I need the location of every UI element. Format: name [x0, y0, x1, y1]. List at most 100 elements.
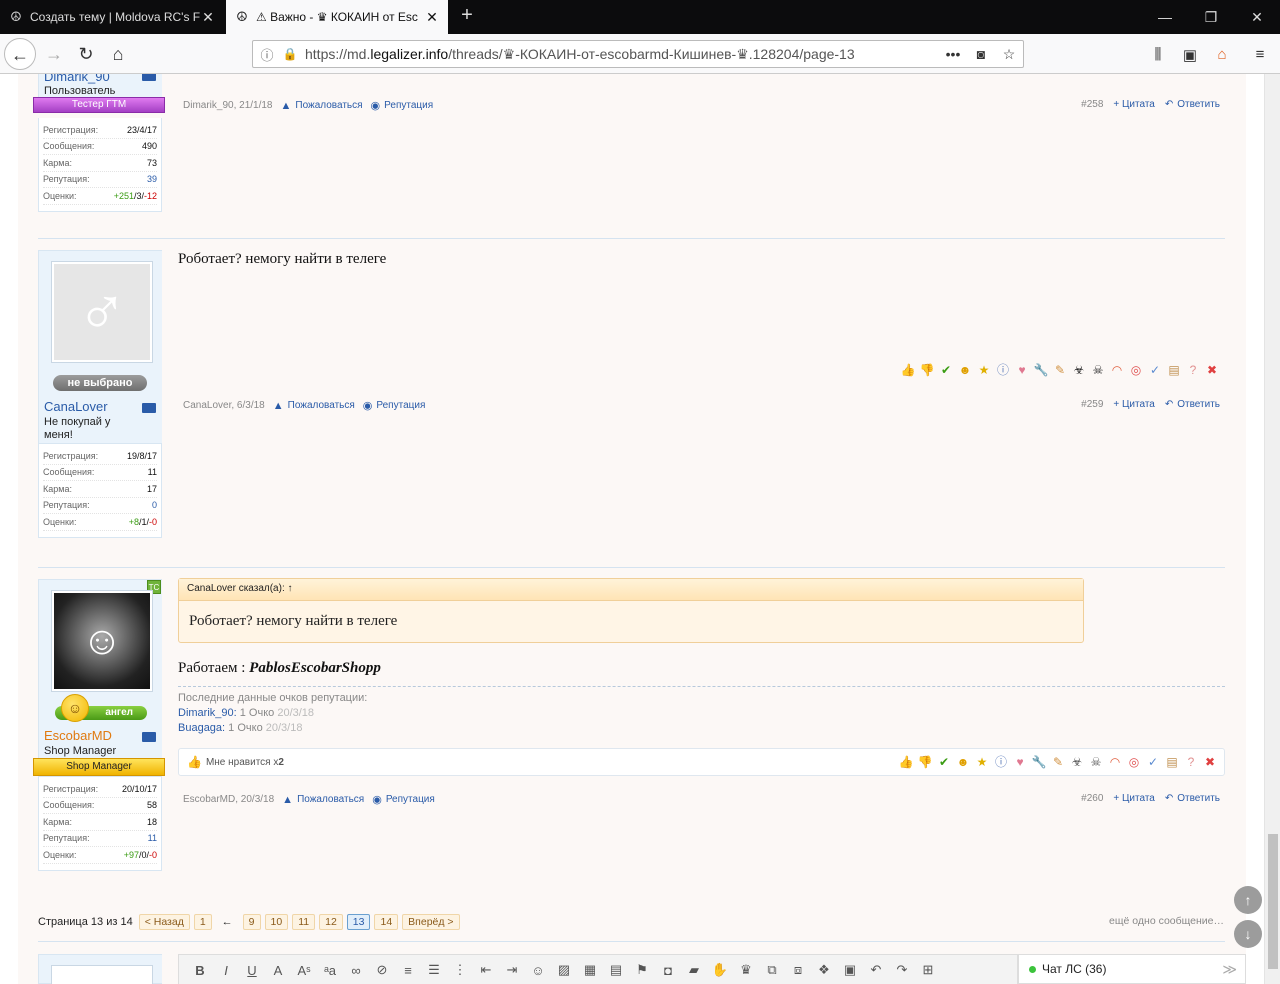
- reputation-link[interactable]: Репутация: [384, 100, 433, 111]
- back-button[interactable]: ←: [4, 38, 36, 70]
- outdent-icon[interactable]: ⇤: [477, 962, 495, 978]
- sidebar-icon[interactable]: ▣: [1180, 46, 1200, 64]
- post-author-date[interactable]: Dimarik_90, 21/1/18: [183, 100, 273, 111]
- chat-label[interactable]: Чат ЛС (36): [1042, 962, 1106, 976]
- quote-link[interactable]: + Цитата: [1113, 99, 1154, 110]
- toxic-icon[interactable]: ☣: [1071, 362, 1087, 378]
- post-author-date[interactable]: CanaLover, 6/3/18: [183, 400, 265, 411]
- smilies-icon[interactable]: ☺: [529, 963, 547, 978]
- winner-icon[interactable]: ★: [976, 362, 992, 378]
- bullet-list-icon[interactable]: ☰: [425, 962, 443, 978]
- thumb-icon[interactable]: ✋: [711, 962, 729, 978]
- page-link[interactable]: 14: [374, 914, 399, 930]
- tab-thread[interactable]: ☮ ⚠ Важно - ♛ КОКАИН от Esc ✕: [226, 0, 448, 34]
- library-icon[interactable]: ⫼: [1148, 46, 1168, 63]
- post-number[interactable]: #260: [1081, 793, 1103, 804]
- minimize-icon[interactable]: —: [1142, 0, 1188, 34]
- bookmark-star-icon[interactable]: ☆: [995, 46, 1023, 63]
- likes-text[interactable]: Мне нравится x: [206, 757, 278, 768]
- font-family-icon[interactable]: ᵃa: [321, 963, 339, 978]
- numbered-list-icon[interactable]: ⋮: [451, 962, 469, 978]
- box-icon[interactable]: ▤: [1166, 362, 1182, 378]
- menu-icon[interactable]: ≡: [1250, 46, 1270, 63]
- username[interactable]: CanaLover: [44, 399, 108, 414]
- spelling-icon[interactable]: ✓: [1145, 754, 1161, 770]
- likes-count[interactable]: 2: [278, 757, 284, 768]
- italic-icon[interactable]: I: [217, 963, 235, 978]
- rainbow-icon[interactable]: ◠: [1107, 754, 1123, 770]
- close-icon[interactable]: ✕: [200, 9, 216, 26]
- username[interactable]: Dimarik_90: [44, 74, 110, 84]
- redo-icon[interactable]: ↷: [893, 962, 911, 978]
- close-icon[interactable]: ✕: [424, 9, 440, 26]
- report-link[interactable]: Пожаловаться: [288, 400, 355, 411]
- love-icon[interactable]: ♥: [1012, 754, 1028, 770]
- url-text[interactable]: https://md.legalizer.info/threads/♛-КОКА…: [299, 46, 939, 63]
- rep-user[interactable]: Buagaga:: [178, 722, 225, 734]
- info-icon[interactable]: ⓘ: [253, 45, 281, 64]
- url-bar[interactable]: ⓘ 🔒 https://md.legalizer.info/threads/♛-…: [252, 40, 1024, 68]
- report-link[interactable]: Пожаловаться: [297, 794, 364, 805]
- unclear-icon[interactable]: ?: [1183, 754, 1199, 770]
- report-link[interactable]: Пожаловаться: [295, 100, 362, 111]
- creative-icon[interactable]: ✎: [1052, 362, 1068, 378]
- winner-icon[interactable]: ★: [974, 754, 990, 770]
- dead-icon[interactable]: ☠: [1090, 362, 1106, 378]
- post-author-date[interactable]: EscobarMD, 20/3/18: [183, 794, 274, 805]
- post-number[interactable]: #259: [1081, 399, 1103, 410]
- group-icon[interactable]: ⧈: [789, 962, 807, 978]
- font-color-icon[interactable]: A: [269, 963, 287, 978]
- unlink-icon[interactable]: ⊘: [373, 962, 391, 978]
- remove-rating-icon[interactable]: ✖: [1204, 362, 1220, 378]
- reply-link[interactable]: Ответить: [1177, 793, 1220, 804]
- username[interactable]: EscobarMD: [44, 728, 112, 743]
- informative-icon[interactable]: ⓘ: [993, 754, 1009, 770]
- media-icon[interactable]: ▦: [581, 962, 599, 978]
- scroll-up-button[interactable]: ↑: [1234, 886, 1262, 914]
- rainbow-icon[interactable]: ◠: [1109, 362, 1125, 378]
- reload-button[interactable]: ↻: [70, 38, 102, 70]
- scrollbar[interactable]: [1264, 74, 1280, 984]
- mail-icon[interactable]: [142, 732, 156, 742]
- agree-icon[interactable]: ✔: [936, 754, 952, 770]
- comment-icon[interactable]: ▰: [685, 962, 703, 978]
- spelling-icon[interactable]: ✓: [1147, 362, 1163, 378]
- window-close-icon[interactable]: ✕: [1234, 0, 1280, 34]
- prev-page-button[interactable]: < Назад: [138, 914, 190, 930]
- users-icon[interactable]: ❖: [815, 962, 833, 978]
- like-icon[interactable]: 👍: [900, 362, 916, 378]
- funny-icon[interactable]: ☻: [955, 754, 971, 770]
- agree-icon[interactable]: ✔: [938, 362, 954, 378]
- pocket-icon[interactable]: ◙: [967, 46, 995, 62]
- stat-value[interactable]: 490: [142, 141, 157, 151]
- mail-icon[interactable]: [142, 74, 156, 81]
- extension-icon[interactable]: ⌂: [1212, 46, 1232, 63]
- page-link[interactable]: 11: [292, 914, 316, 930]
- reply-link[interactable]: Ответить: [1177, 99, 1220, 110]
- quote-header[interactable]: CanaLover сказал(а): ↑: [179, 579, 1083, 601]
- page-link[interactable]: 1: [193, 914, 212, 930]
- quote-link[interactable]: + Цитата: [1113, 793, 1154, 804]
- page-link[interactable]: 9: [242, 914, 261, 930]
- rep-user[interactable]: Dimarik_90:: [178, 707, 237, 719]
- toxic-icon[interactable]: ☣: [1069, 754, 1085, 770]
- avatar[interactable]: ♂: [51, 261, 153, 363]
- reply-link[interactable]: Ответить: [1177, 399, 1220, 410]
- camera-icon[interactable]: ◘: [659, 963, 677, 978]
- new-tab-button[interactable]: +: [456, 4, 478, 27]
- informative-icon[interactable]: ⓘ: [995, 362, 1011, 378]
- trophy-icon[interactable]: ♛: [737, 962, 755, 978]
- funny-icon[interactable]: ☻: [957, 362, 973, 378]
- link-icon[interactable]: ∞: [347, 963, 365, 978]
- flag-icon[interactable]: ⚑: [633, 962, 651, 978]
- dead-icon[interactable]: ☠: [1088, 754, 1104, 770]
- avatar[interactable]: ☺: [51, 590, 153, 692]
- reputation-link[interactable]: Репутация: [376, 400, 425, 411]
- chevron-right-icon[interactable]: ≫: [1222, 961, 1237, 978]
- useful-icon[interactable]: 🔧: [1033, 362, 1049, 378]
- target-icon[interactable]: ◎: [1128, 362, 1144, 378]
- align-icon[interactable]: ≡: [399, 963, 417, 978]
- page-actions-icon[interactable]: •••: [939, 46, 967, 62]
- chat-panel[interactable]: Чат ЛС (36) ≫: [1018, 954, 1246, 984]
- underline-icon[interactable]: U: [243, 963, 261, 978]
